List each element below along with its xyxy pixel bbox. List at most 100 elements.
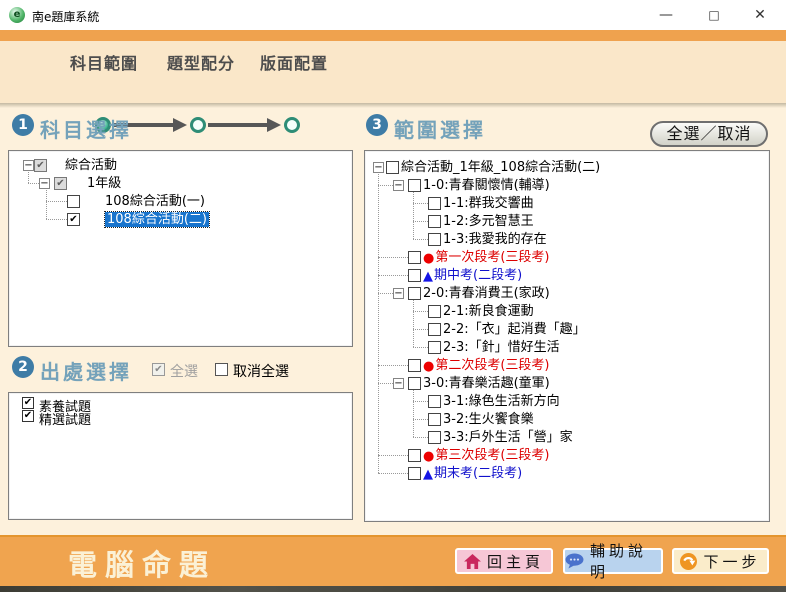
tree-item-text[interactable]: 3-1:綠色生活新方向 [443,394,560,409]
next-step-button[interactable]: 下一步 [672,548,769,574]
source-item-checkbox[interactable]: ✔ [22,410,34,422]
step-circle[interactable] [190,117,206,133]
step-arrow-icon [267,118,281,132]
step-label-subject-range[interactable]: 科目範圍 [70,50,138,74]
window-title: 南e題庫系統 [32,8,99,25]
tree-item-text[interactable]: 第三次段考(三段考) [435,448,549,463]
help-button[interactable]: 輔助說明 [563,548,663,574]
tree-checkbox-unchecked[interactable] [408,449,421,462]
tree-connector-stub [413,221,428,222]
range-tree-box[interactable]: − 綜合活動_1年級_108綜合活動(二) − 1-0:青春關懷情(輔導) 1-1:群我… [364,150,770,522]
tree-checkbox-unchecked[interactable] [428,233,441,246]
step-label-question-allocation[interactable]: 題型配分 [167,50,235,74]
source-item-label[interactable]: 精選試題 [39,409,91,428]
tree-expander-minus-icon[interactable]: − [393,378,404,389]
tree-checkbox-gray-checked[interactable]: ✔ [34,159,47,172]
tree-item-text[interactable]: 3-3:戶外生活「營」家 [443,430,573,445]
tree-expander-minus-icon[interactable]: − [393,288,404,299]
source-item-checkbox[interactable]: ✔ [22,397,34,409]
tree-checkbox-gray-checked[interactable]: ✔ [54,177,67,190]
tree-item-label[interactable]: 108綜合活動(二) [105,212,209,228]
tree-item-text[interactable]: 1年級 [87,176,121,191]
tree-item-text[interactable]: 2-3:「針」惜好生活 [443,340,560,355]
tree-item-text[interactable]: 108綜合活動(二) [105,212,209,227]
tree-expander-minus-icon[interactable]: − [23,160,34,171]
tree-checkbox-unchecked[interactable] [408,179,421,192]
tree-item-label[interactable]: ●第二次段考(三段考) [423,358,550,375]
tree-item-text[interactable]: 1-1:群我交響曲 [443,196,534,211]
tree-item-text[interactable]: 期中考(二段考) [434,268,522,283]
tree-item-label[interactable]: 1-0:青春關懷情(輔導) [423,178,550,194]
tree-item-text[interactable]: 1-2:多元智慧王 [443,214,534,229]
tree-checkbox-unchecked[interactable] [428,395,441,408]
tree-checkbox-unchecked[interactable] [428,215,441,228]
tree-item-text[interactable]: 3-0:青春樂活趣(童軍) [423,376,550,391]
tree-checkbox-unchecked[interactable] [408,467,421,480]
tree-checkbox-unchecked[interactable] [408,269,421,282]
tree-checkbox-unchecked[interactable] [428,431,441,444]
tree-checkbox-unchecked[interactable] [428,323,441,336]
tree-expander-minus-icon[interactable]: − [393,180,404,191]
tree-item-label[interactable]: 3-2:生火饗食樂 [443,412,534,428]
tree-item-text[interactable]: 1-3:我愛我的存在 [443,232,547,247]
tree-item-label[interactable]: 1-2:多元智慧王 [443,214,534,230]
tree-item-label[interactable]: 1-1:群我交響曲 [443,196,534,212]
deselect-all-checkbox[interactable] [215,363,228,376]
step-label-layout[interactable]: 版面配置 [260,50,328,74]
tree-checkbox-unchecked[interactable] [408,359,421,372]
tree-item-text[interactable]: 綜合活動_1年級_108綜合活動(二) [401,160,600,175]
source-list-box[interactable]: ✔素養試題✔精選試題 [8,392,353,520]
select-all-label[interactable]: 全選 [170,361,198,381]
tree-item-label[interactable]: 1-3:我愛我的存在 [443,232,547,248]
tree-checkbox-checked[interactable]: ✔ [67,213,80,226]
tree-item-label[interactable]: 3-1:綠色生活新方向 [443,394,560,410]
close-button[interactable]: ✕ [742,3,778,27]
tree-item-text[interactable]: 第二次段考(三段考) [435,358,549,373]
minimize-button[interactable]: — [648,3,684,27]
select-all-toggle-button[interactable]: 全選／取消 [650,121,768,147]
tree-item-label[interactable]: 108綜合活動(一) [105,194,205,210]
tree-item-label[interactable]: ●第一次段考(三段考) [423,250,550,267]
tree-expander-minus-icon[interactable]: − [373,162,384,173]
tree-item-text[interactable]: 108綜合活動(一) [105,194,205,209]
tree-checkbox-unchecked[interactable] [408,377,421,390]
maximize-button[interactable]: □ [696,3,732,27]
tree-item-label[interactable]: 綜合活動_1年級_108綜合活動(二) [401,160,600,176]
step-circle[interactable] [284,117,300,133]
source-list-item[interactable]: ✔精選試題 [9,410,352,423]
panel-number-badge-3: 3 [366,114,388,136]
tree-item-text[interactable]: 第一次段考(三段考) [435,250,549,265]
tree-checkbox-unchecked[interactable] [428,413,441,426]
tree-item-label[interactable]: 2-3:「針」惜好生活 [443,340,560,356]
tree-item-text[interactable]: 3-2:生火饗食樂 [443,412,534,427]
tree-checkbox-unchecked[interactable] [67,195,80,208]
tree-item-label[interactable]: ●第三次段考(三段考) [423,448,550,465]
home-button[interactable]: 回主頁 [455,548,553,574]
tree-item-label[interactable]: ▲期中考(二段考) [423,268,522,285]
tree-checkbox-unchecked[interactable] [428,197,441,210]
tree-item-label[interactable]: 3-0:青春樂活趣(童軍) [423,376,550,392]
tree-checkbox-unchecked[interactable] [386,161,399,174]
subject-tree-box[interactable]: −✔綜合活動−✔1年級108綜合活動(一)✔108綜合活動(二) [8,150,353,347]
tree-item-text[interactable]: 1-0:青春關懷情(輔導) [423,178,550,193]
tree-item-text[interactable]: 2-2:「衣」起消費「趣」 [443,322,586,337]
tree-item-label[interactable]: ▲期末考(二段考) [423,466,522,483]
tree-item-text[interactable]: 期末考(二段考) [434,466,522,481]
tree-item-text[interactable]: 2-1:新良食運動 [443,304,534,319]
tree-item-label[interactable]: 2-2:「衣」起消費「趣」 [443,322,586,338]
tree-checkbox-unchecked[interactable] [428,341,441,354]
select-all-checkbox[interactable]: ✔ [152,363,165,376]
tree-checkbox-unchecked[interactable] [408,251,421,264]
tree-expander-minus-icon[interactable]: − [39,178,50,189]
tree-checkbox-unchecked[interactable] [408,287,421,300]
tree-item-label[interactable]: 綜合活動 [65,158,117,174]
tree-item-label[interactable]: 3-3:戶外生活「營」家 [443,430,573,446]
deselect-all-label[interactable]: 取消全選 [233,361,289,381]
tree-item: ●第二次段考(三段考) [365,357,769,375]
tree-item-text[interactable]: 綜合活動 [65,158,117,173]
tree-item-label[interactable]: 2-1:新良食運動 [443,304,534,320]
tree-item-label[interactable]: 2-0:青春消費王(家政) [423,286,550,302]
tree-item-text[interactable]: 2-0:青春消費王(家政) [423,286,550,301]
tree-checkbox-unchecked[interactable] [428,305,441,318]
tree-item-label[interactable]: 1年級 [87,176,121,192]
